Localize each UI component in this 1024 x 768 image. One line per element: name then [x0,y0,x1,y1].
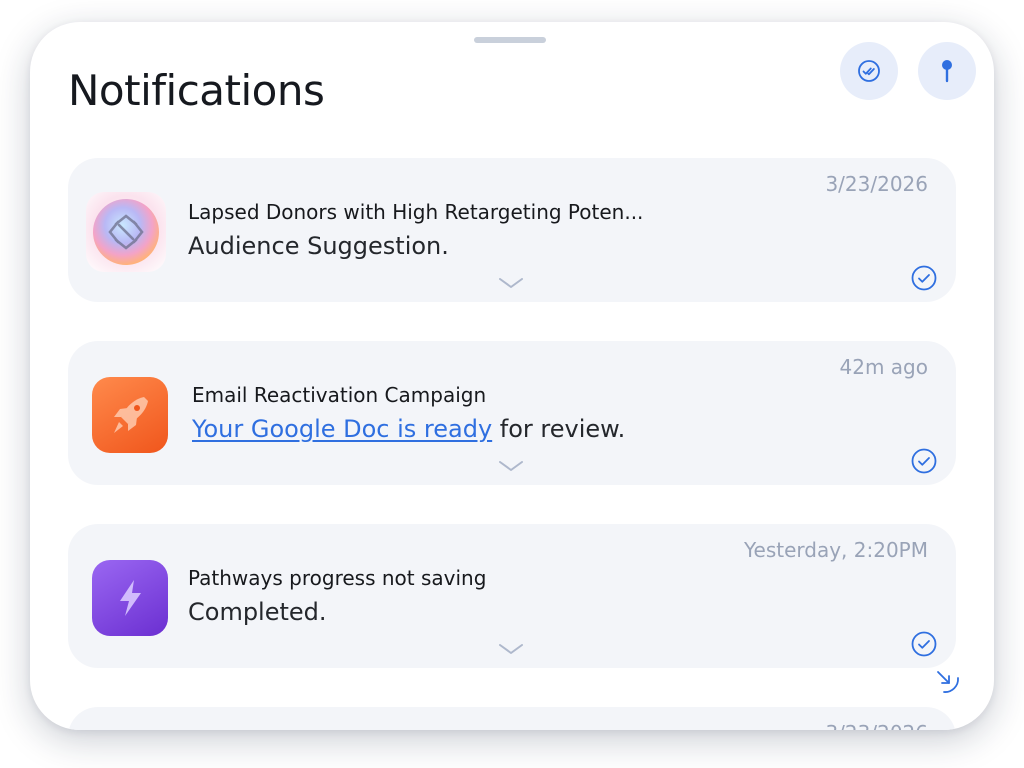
pin-button[interactable] [918,42,976,100]
lightning-icon [92,560,168,636]
notification-card[interactable]: 3/23/2026 [68,707,956,730]
mark-read-icon[interactable] [910,630,938,658]
mark-read-icon[interactable] [910,264,938,292]
rocket-icon [92,377,168,453]
notification-card[interactable]: Yesterday, 2:20PM Pathways progress not … [68,524,956,668]
chevron-down-icon[interactable] [498,276,524,290]
notification-title: Email Reactivation Campaign [192,383,487,407]
check-double-icon [858,60,880,82]
notification-title: Pathways progress not saving [188,566,487,590]
notification-body: Your Google Doc is ready for review. [192,415,625,443]
notification-body: Completed. [188,598,327,626]
notification-list: 3/23/2026 Lapsed Donors with High Retarg… [68,158,956,730]
notification-body: Audience Suggestion. [188,232,449,260]
chevron-down-icon[interactable] [498,642,524,656]
drag-handle[interactable] [474,37,546,43]
notification-timestamp: Yesterday, 2:20PM [743,538,928,562]
orb-logo-icon [86,192,166,272]
pin-icon [942,60,952,83]
notification-timestamp: 42m ago [839,355,928,379]
notification-timestamp: 3/23/2026 [825,721,928,730]
page-title: Notifications [68,66,325,115]
notifications-panel: Notifications 3/23/2026 Lapsed Donors wi… [30,22,994,730]
notification-card[interactable]: 42m ago Email Reactivation Campaign Your… [68,341,956,485]
notification-body-rest: for review. [492,415,626,443]
mark-read-icon[interactable] [910,447,938,475]
collapse-arrow-icon[interactable] [932,666,962,696]
chevron-down-icon[interactable] [498,459,524,473]
notification-timestamp: 3/23/2026 [825,172,928,196]
google-doc-link[interactable]: Your Google Doc is ready [192,415,492,443]
notification-card[interactable]: 3/23/2026 Lapsed Donors with High Retarg… [68,158,956,302]
mark-all-read-button[interactable] [840,42,898,100]
notification-title: Lapsed Donors with High Retargeting Pote… [188,200,644,224]
